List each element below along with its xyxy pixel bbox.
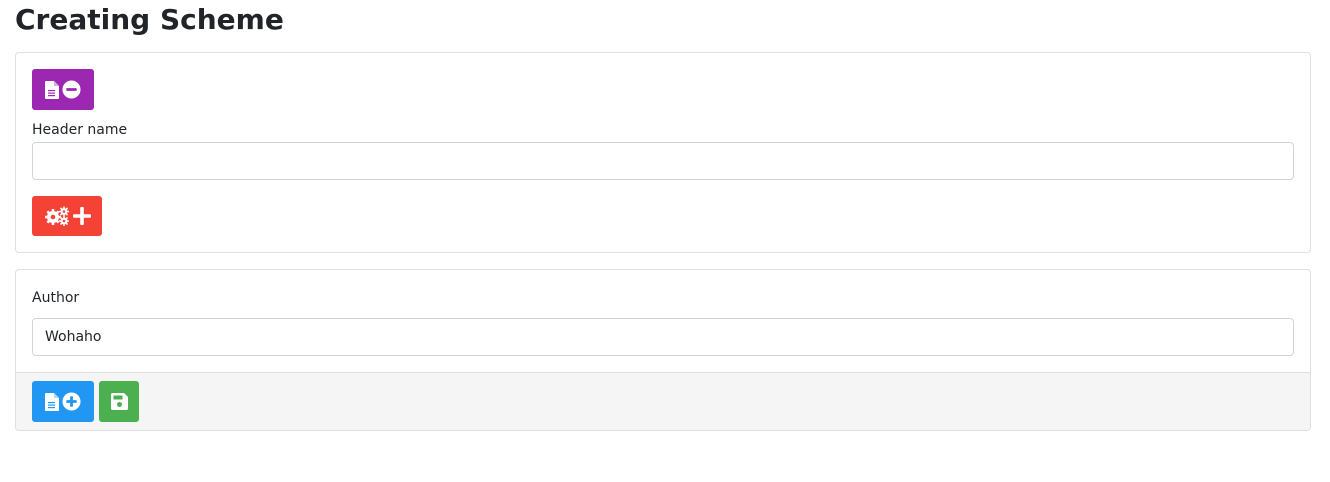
header-card: Header name (15, 52, 1311, 253)
save-icon (110, 393, 128, 410)
header-name-input[interactable] (32, 142, 1294, 180)
author-label: Author (32, 290, 80, 306)
page: Creating Scheme Header name Author Wohah… (0, 0, 1330, 482)
add-header-button[interactable] (32, 381, 94, 422)
page-title: Creating Scheme (15, 3, 284, 36)
file-icon (45, 392, 59, 411)
author-input[interactable] (32, 318, 1294, 356)
header-name-label: Header name (32, 122, 128, 138)
remove-header-button[interactable] (32, 69, 94, 110)
save-button[interactable] (99, 381, 139, 422)
author-card: Author (15, 269, 1311, 431)
plus-circle-icon (62, 392, 81, 411)
minus-circle-icon (62, 80, 81, 99)
card-footer (16, 372, 1310, 430)
gears-icon (44, 206, 70, 226)
add-setting-button[interactable] (32, 196, 102, 236)
file-icon (45, 80, 59, 99)
plus-icon (72, 207, 91, 225)
